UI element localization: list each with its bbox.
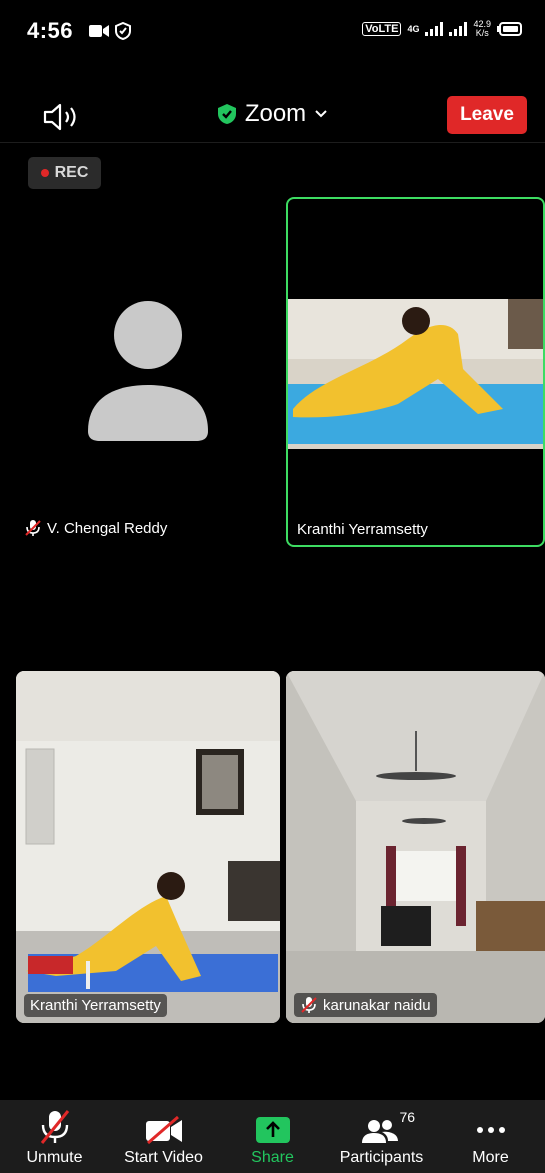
avatar-icon [88,301,208,441]
participant-tile-3[interactable]: Kranthi Yerramsetty [16,671,280,1023]
participant-name-tag: Kranthi Yerramsetty [297,521,428,538]
status-icons-right: VoLTE 4G 42.9 K/s [362,20,523,38]
start-video-label: Start Video [124,1149,203,1166]
share-label: Share [251,1149,294,1166]
leave-button[interactable]: Leave [447,96,527,134]
share-button[interactable]: Share [223,1100,323,1173]
volte-badge: VoLTE [362,22,402,36]
participant-name-tag: Kranthi Yerramsetty [24,994,167,1017]
verified-shield-icon [217,104,236,124]
participants-label: Participants [339,1149,424,1166]
participant-name: V. Chengal Reddy [47,519,168,537]
participant-tile-4[interactable]: karunakar naidu [286,671,545,1023]
bottom-toolbar: Unmute Start Video Share 76 Participants… [0,1100,545,1173]
muted-mic-icon [301,997,317,1013]
header-divider [0,142,545,143]
share-icon [255,1117,290,1143]
meeting-title-label: Zoom [244,100,307,127]
more-button[interactable]: More [441,1100,541,1173]
participant-tile-1[interactable]: V. Chengal Reddy [16,197,280,546]
participant-name-tag: karunakar naidu [294,993,437,1017]
net-speed: 42.9 K/s [473,20,491,38]
video-feed-yoga-1 [288,299,543,449]
video-feed-room [286,671,545,1023]
participants-icon-wrap: 76 [361,1109,415,1145]
participant-name-tag: V. Chengal Reddy [24,519,167,537]
participants-button[interactable]: 76 Participants [332,1100,432,1173]
unmute-label: Unmute [26,1149,83,1166]
participants-icon [361,1120,398,1143]
signal-icon [425,22,444,36]
chevron-down-icon [315,110,327,118]
video-camera-icon [89,25,109,37]
participant-name: karunakar naidu [323,996,431,1014]
participant-name: Kranthi Yerramsetty [297,521,428,538]
participant-tile-2[interactable]: Kranthi Yerramsetty [286,197,545,547]
muted-mic-icon [25,520,41,536]
rec-dot [40,169,49,177]
status-icons-left [89,22,131,40]
more-label: More [472,1149,509,1166]
unmute-button[interactable]: Unmute [5,1100,105,1173]
video-feed-yoga-2 [16,671,280,1023]
net-speed-unit: K/s [475,28,489,38]
participant-name: Kranthi Yerramsetty [30,997,161,1014]
video-off-icon [145,1115,182,1145]
start-video-button[interactable]: Start Video [114,1100,214,1173]
shield-icon [115,22,131,40]
participants-count: 76 [399,1109,416,1125]
signal-icon-2 [449,22,468,36]
battery-icon [497,22,522,36]
network-gen: 4G [407,24,420,34]
rec-label: REC [54,164,89,181]
rec-indicator: REC [28,157,101,189]
status-time: 4:56 [27,18,74,43]
muted-mic-icon [40,1110,69,1144]
more-dots-icon [476,1127,505,1133]
